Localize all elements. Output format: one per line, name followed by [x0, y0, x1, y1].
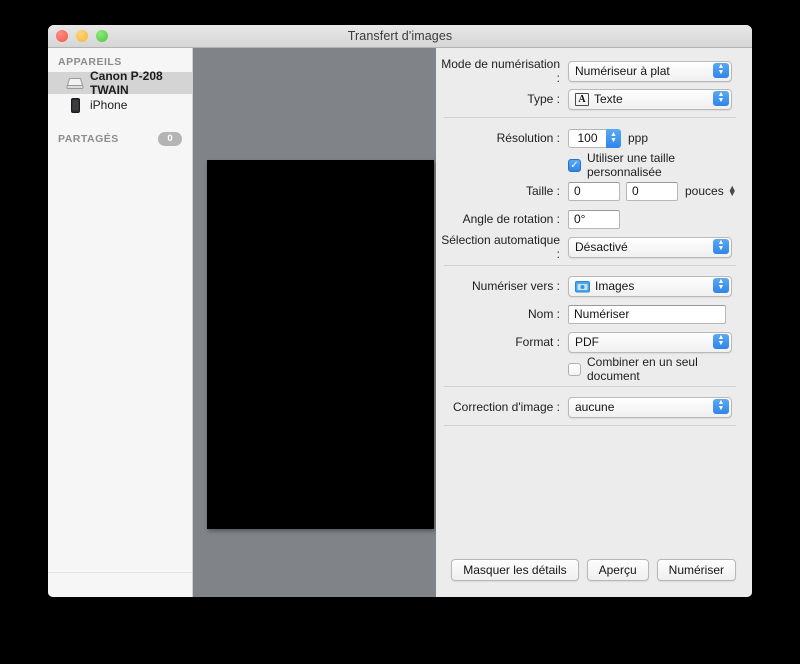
sidebar-header-appareils-label: APPAREILS	[58, 56, 122, 68]
format-control[interactable]: PDF ▲ ▼	[568, 331, 732, 353]
scan-preview-image[interactable]	[207, 160, 434, 529]
image-correction-row: Correction d'image : aucune ▲ ▼	[436, 396, 752, 418]
window-titlebar: Transfert d'images	[48, 25, 752, 48]
image-correction-control[interactable]: aucune ▲ ▼	[568, 396, 732, 418]
scan-mode-value: Numériseur à plat	[575, 64, 670, 78]
pictures-folder-icon	[575, 280, 590, 293]
image-correction-label: Correction d'image :	[452, 400, 560, 414]
settings-separator-3	[444, 386, 736, 387]
type-value: Texte	[594, 92, 623, 106]
image-capture-window: Transfert d'images APPAREILS Canon P-208…	[48, 25, 752, 597]
sidebar-item-canon-scanner[interactable]: Canon P-208 TWAIN	[48, 69, 192, 97]
resolution-input[interactable]: 100	[568, 128, 606, 148]
minimize-window-button[interactable]	[76, 30, 88, 42]
scan-settings-pane: Mode de numérisation : Numériseur à plat…	[436, 48, 752, 597]
name-input[interactable]: Numériser	[568, 304, 726, 324]
preview-button[interactable]: Aperçu	[586, 559, 649, 581]
combine-checkbox[interactable]	[568, 362, 581, 376]
devices-sidebar: APPAREILS Canon P-208 TWAIN iPhone PARTA…	[48, 48, 193, 597]
format-row: Format : PDF ▲ ▼	[436, 331, 752, 353]
format-label: Format :	[515, 335, 560, 349]
action-buttons: Masquer les détails Aperçu Numériser	[451, 559, 736, 581]
sidebar-header-partages-label: PARTAGÉS	[58, 133, 119, 145]
scan-to-row: Numériser vers : Images ▲ ▼	[436, 275, 752, 297]
type-row: Type : A Texte ▲ ▼	[436, 88, 752, 110]
format-select[interactable]: PDF ▲ ▼	[568, 331, 732, 353]
chevron-updown-icon: ▲ ▼	[713, 62, 729, 78]
size-unit-stepper[interactable]: ▲ ▼	[728, 184, 737, 198]
custom-size-checkbox[interactable]: ✓	[568, 158, 581, 172]
settings-separator-2	[444, 265, 736, 266]
format-value: PDF	[575, 335, 599, 349]
sidebar-header-partages: PARTAGÉS 0	[48, 116, 192, 150]
shared-count-badge: 0	[158, 132, 182, 146]
scanner-icon	[66, 75, 84, 91]
rotation-input[interactable]: 0°	[568, 209, 620, 229]
chevron-updown-icon: ▲ ▼	[713, 90, 729, 106]
auto-selection-select[interactable]: Désactivé ▲ ▼	[568, 236, 732, 258]
scan-to-control[interactable]: Images ▲ ▼	[568, 275, 732, 297]
hide-details-button[interactable]: Masquer les détails	[451, 559, 579, 581]
image-correction-select[interactable]: aucune ▲ ▼	[568, 396, 732, 418]
rotation-row: Angle de rotation : 0°	[436, 208, 752, 230]
resolution-stepper[interactable]: ▲ ▼	[606, 128, 621, 148]
size-label: Taille :	[525, 184, 560, 198]
sidebar-bottom-divider	[48, 572, 192, 573]
sidebar-item-iphone-label: iPhone	[90, 98, 128, 112]
scan-mode-select[interactable]: Numériseur à plat ▲ ▼	[568, 60, 732, 82]
close-window-button[interactable]	[56, 30, 68, 42]
resolution-control[interactable]: 100 ▲ ▼ ppp	[568, 128, 649, 148]
type-control[interactable]: A Texte ▲ ▼	[568, 88, 732, 110]
window-body: APPAREILS Canon P-208 TWAIN iPhone PARTA…	[48, 48, 752, 597]
settings-separator-1	[444, 117, 736, 118]
chevron-updown-icon: ▲ ▼	[713, 333, 729, 349]
type-select[interactable]: A Texte ▲ ▼	[568, 88, 732, 110]
auto-selection-value: Désactivé	[575, 240, 628, 254]
scan-button[interactable]: Numériser	[656, 559, 736, 581]
scan-mode-label: Mode de numérisation :	[441, 57, 560, 85]
scan-preview-pane[interactable]	[193, 48, 436, 597]
chevron-updown-icon: ▲ ▼	[713, 398, 729, 414]
sidebar-item-iphone[interactable]: iPhone	[48, 94, 192, 116]
auto-selection-control[interactable]: Désactivé ▲ ▼	[568, 236, 732, 258]
name-control[interactable]: Numériser	[568, 304, 726, 324]
combine-row[interactable]: Combiner en un seul document	[436, 355, 752, 383]
rotation-control[interactable]: 0°	[568, 209, 620, 229]
resolution-unit: ppp	[628, 131, 649, 145]
rotation-label: Angle de rotation :	[462, 212, 560, 226]
name-row: Nom : Numériser	[436, 303, 752, 325]
custom-size-label: Utiliser une taille personnalisée	[587, 151, 676, 179]
scan-to-value: Images	[595, 279, 635, 293]
size-unit-label: pouces	[685, 184, 724, 198]
resolution-row: Résolution : 100 ▲ ▼ ppp	[436, 127, 752, 149]
sidebar-item-canon-scanner-label: Canon P-208 TWAIN	[90, 69, 163, 97]
iphone-icon	[66, 97, 84, 113]
size-row: Taille : 0 0 pouces ▲ ▼	[436, 180, 752, 202]
type-label: Type :	[527, 92, 560, 106]
scan-to-label: Numériser vers :	[471, 279, 560, 293]
scan-mode-row: Mode de numérisation : Numériseur à plat…	[436, 57, 752, 85]
chevron-updown-icon: ▲ ▼	[713, 277, 729, 293]
size-width-input[interactable]: 0	[568, 181, 620, 201]
name-label: Nom :	[527, 307, 560, 321]
chevron-updown-icon: ▲ ▼	[713, 238, 729, 254]
settings-separator-4	[444, 425, 736, 426]
text-A-icon: A	[575, 92, 589, 106]
window-title: Transfert d'images	[347, 29, 453, 43]
combine-label: Combiner en un seul document	[587, 355, 698, 383]
maximize-window-button[interactable]	[96, 30, 108, 42]
size-control[interactable]: 0 0 pouces ▲ ▼	[568, 181, 737, 201]
auto-selection-row: Sélection automatique : Désactivé ▲ ▼	[436, 233, 752, 261]
image-correction-value: aucune	[575, 400, 615, 414]
resolution-label: Résolution :	[496, 131, 560, 145]
auto-selection-label: Sélection automatique :	[441, 233, 560, 261]
size-height-input[interactable]: 0	[626, 181, 678, 201]
traffic-light-controls	[56, 25, 108, 47]
scan-to-select[interactable]: Images ▲ ▼	[568, 275, 732, 297]
custom-size-row[interactable]: ✓ Utiliser une taille personnalisée	[436, 151, 752, 179]
scan-mode-control[interactable]: Numériseur à plat ▲ ▼	[568, 60, 732, 82]
